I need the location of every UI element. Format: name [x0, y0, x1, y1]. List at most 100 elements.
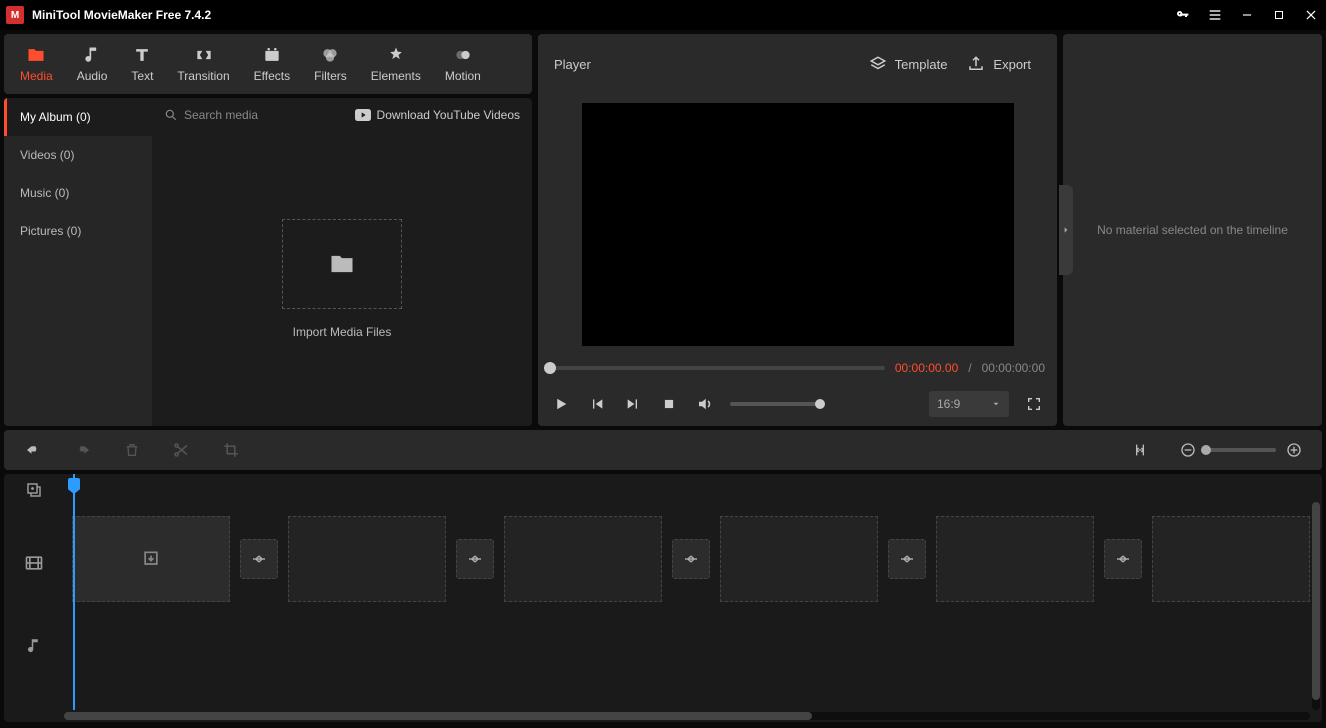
timeline-body[interactable]	[64, 474, 1310, 710]
video-track[interactable]	[64, 510, 1310, 608]
aspect-ratio-value: 16:9	[937, 397, 960, 411]
tab-motion[interactable]: Motion	[433, 34, 493, 94]
export-icon	[967, 55, 985, 73]
youtube-icon	[355, 109, 371, 121]
export-button[interactable]: Export	[957, 55, 1041, 73]
tab-elements-label: Elements	[371, 69, 421, 83]
playhead[interactable]	[73, 474, 75, 710]
clip-placeholder[interactable]	[936, 516, 1094, 602]
clip-placeholder[interactable]	[288, 516, 446, 602]
clip-placeholder[interactable]	[72, 516, 230, 602]
timeline	[4, 474, 1322, 722]
tab-text[interactable]: Text	[119, 34, 165, 94]
tool-tabs: Media Audio Text Transition Effects Filt…	[4, 34, 532, 94]
player-panel: Player Template Export 00:00:00.00 / 00:…	[538, 34, 1057, 426]
transition-slot[interactable]	[672, 539, 711, 579]
media-cat-album[interactable]: My Album (0)	[4, 98, 152, 136]
media-categories: My Album (0) Videos (0) Music (0) Pictur…	[4, 98, 152, 426]
tab-transition-label: Transition	[177, 69, 229, 83]
media-panel: Media Audio Text Transition Effects Filt…	[4, 34, 532, 426]
folder-icon	[328, 250, 356, 278]
video-track-icon	[4, 514, 64, 612]
maximize-button[interactable]	[1270, 6, 1288, 24]
menu-icon[interactable]	[1206, 6, 1224, 24]
timeline-toolbar	[4, 430, 1322, 470]
prev-frame-button[interactable]	[586, 393, 608, 415]
undo-button[interactable]	[24, 441, 42, 459]
zoom-out-button[interactable]	[1180, 442, 1196, 458]
video-preview[interactable]	[582, 103, 1014, 346]
time-separator: /	[968, 361, 971, 375]
import-media-label: Import Media Files	[293, 325, 392, 339]
clip-placeholder[interactable]	[720, 516, 878, 602]
upgrade-key-icon[interactable]	[1174, 6, 1192, 24]
chevron-right-icon	[1062, 224, 1070, 236]
audio-track[interactable]	[64, 616, 1310, 676]
fit-timeline-button[interactable]	[1132, 442, 1148, 458]
tab-transition[interactable]: Transition	[165, 34, 241, 94]
crop-button[interactable]	[222, 441, 240, 459]
media-cat-videos[interactable]: Videos (0)	[4, 136, 152, 174]
template-icon	[869, 55, 887, 73]
panel-expand-handle[interactable]	[1059, 185, 1073, 275]
tab-text-label: Text	[131, 69, 153, 83]
search-placeholder: Search media	[184, 108, 258, 122]
no-selection-text: No material selected on the timeline	[1097, 223, 1288, 237]
player-title: Player	[554, 57, 591, 72]
fullscreen-button[interactable]	[1023, 393, 1045, 415]
clip-placeholder[interactable]	[1152, 516, 1310, 602]
time-current: 00:00:00.00	[895, 361, 958, 375]
app-logo-icon: M	[6, 6, 24, 24]
search-media[interactable]: Search media	[164, 108, 347, 122]
transition-slot[interactable]	[888, 539, 927, 579]
tab-filters-label: Filters	[314, 69, 347, 83]
tab-media-label: Media	[20, 69, 53, 83]
transition-slot[interactable]	[1104, 539, 1143, 579]
import-media-dropzone[interactable]	[282, 219, 402, 309]
media-cat-pictures[interactable]: Pictures (0)	[4, 212, 152, 250]
properties-panel: No material selected on the timeline	[1063, 34, 1322, 426]
chevron-down-icon	[991, 399, 1001, 409]
tab-elements[interactable]: Elements	[359, 34, 433, 94]
close-button[interactable]	[1302, 6, 1320, 24]
split-button[interactable]	[172, 441, 190, 459]
download-youtube-label: Download YouTube Videos	[377, 108, 520, 122]
title-bar: M MiniTool MovieMaker Free 7.4.2	[0, 0, 1326, 30]
volume-slider[interactable]	[730, 402, 820, 406]
redo-button[interactable]	[74, 441, 92, 459]
minimize-button[interactable]	[1238, 6, 1256, 24]
scrub-slider[interactable]	[550, 366, 885, 370]
tab-media[interactable]: Media	[8, 34, 65, 94]
timeline-horizontal-scrollbar[interactable]	[64, 712, 1310, 720]
tab-filters[interactable]: Filters	[302, 34, 359, 94]
next-frame-button[interactable]	[622, 393, 644, 415]
volume-button[interactable]	[694, 393, 716, 415]
search-icon	[164, 108, 178, 122]
delete-button[interactable]	[124, 441, 140, 459]
download-youtube-button[interactable]: Download YouTube Videos	[355, 108, 520, 122]
play-button[interactable]	[550, 393, 572, 415]
media-cat-music[interactable]: Music (0)	[4, 174, 152, 212]
export-label: Export	[993, 57, 1031, 72]
add-track-button[interactable]	[4, 474, 64, 506]
tab-effects-label: Effects	[254, 69, 290, 83]
audio-track-icon	[4, 612, 64, 680]
zoom-slider[interactable]	[1206, 448, 1276, 452]
stop-button[interactable]	[658, 393, 680, 415]
tab-audio[interactable]: Audio	[65, 34, 120, 94]
app-title: MiniTool MovieMaker Free 7.4.2	[32, 8, 211, 22]
template-label: Template	[895, 57, 948, 72]
zoom-in-button[interactable]	[1286, 442, 1302, 458]
clip-placeholder[interactable]	[504, 516, 662, 602]
time-total: 00:00:00:00	[982, 361, 1045, 375]
transition-slot[interactable]	[456, 539, 495, 579]
tab-motion-label: Motion	[445, 69, 481, 83]
tab-audio-label: Audio	[77, 69, 108, 83]
tab-effects[interactable]: Effects	[242, 34, 302, 94]
timeline-vertical-scrollbar[interactable]	[1312, 502, 1320, 710]
download-icon	[141, 549, 161, 569]
aspect-ratio-select[interactable]: 16:9	[929, 391, 1009, 417]
timeline-ruler[interactable]	[64, 474, 1310, 502]
transition-slot[interactable]	[240, 539, 279, 579]
template-button[interactable]: Template	[859, 55, 958, 73]
